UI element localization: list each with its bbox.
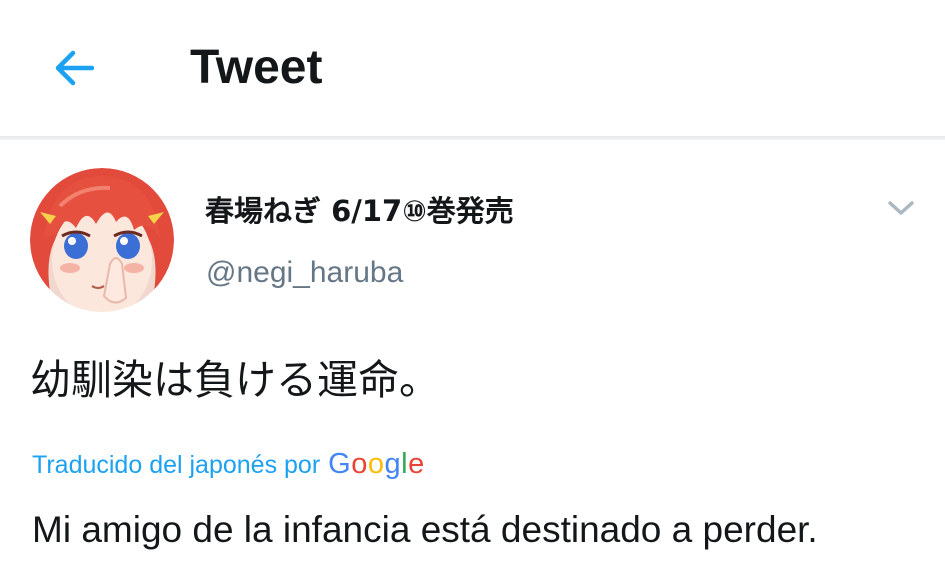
display-name[interactable]: 春場ねぎ 6/17⑩巻発売	[205, 192, 514, 230]
avatar[interactable]	[30, 168, 174, 312]
chevron-down-icon	[888, 201, 914, 215]
tweet-detail-screen: Tweet 春場ねぎ 6/17⑩巻発売 @negi_haruba 幼馴染は負ける…	[0, 0, 945, 585]
translation-label[interactable]: Traducido del japonés por	[32, 447, 320, 483]
user-handle[interactable]: @negi_haruba	[206, 254, 403, 292]
arrow-left-icon	[55, 50, 95, 86]
header-divider	[0, 136, 945, 140]
top-app-bar: Tweet	[0, 0, 945, 136]
back-button[interactable]	[44, 40, 104, 96]
page-title: Tweet	[190, 41, 323, 94]
translated-text: Mi amigo de la infancia está destinado a…	[32, 509, 818, 550]
tweet-text: 幼馴染は負ける運命。	[30, 356, 440, 404]
avatar-image	[30, 168, 174, 312]
tweet-menu-button[interactable]	[878, 190, 924, 226]
google-logo: Google	[328, 448, 425, 480]
translation-credit: Traducido del japonés por Google	[32, 446, 425, 483]
